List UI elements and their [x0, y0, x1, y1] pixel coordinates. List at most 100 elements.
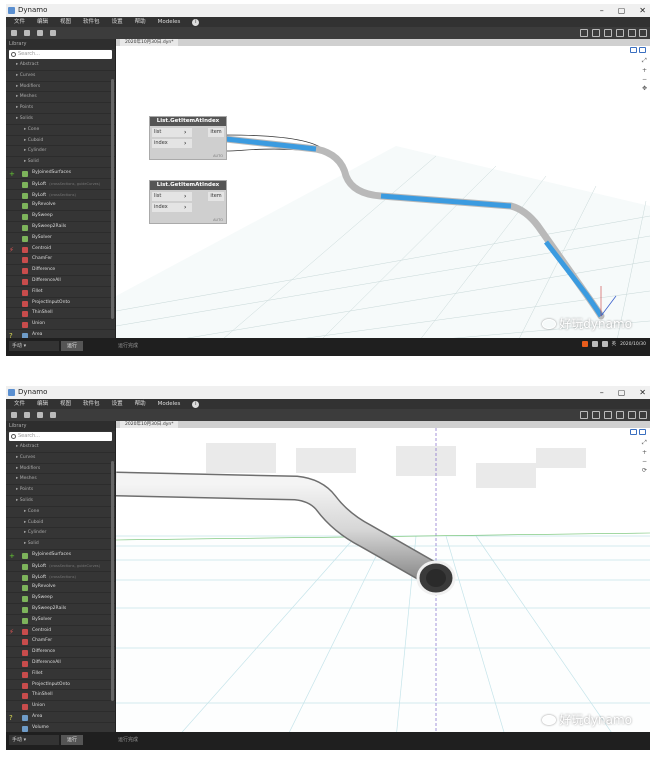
library-scrollbar[interactable]	[111, 79, 114, 319]
library-node-item[interactable]: ByRevolve	[6, 582, 115, 594]
library-subcategory[interactable]: ▸ Solid	[6, 539, 115, 550]
orbit-icon[interactable]: ⟳	[642, 467, 647, 474]
library-node-item[interactable]: ByLoft (crossSections, guideCurves)	[6, 561, 115, 572]
close-button[interactable]: ✕	[639, 386, 646, 399]
new-file-icon[interactable]	[11, 412, 17, 418]
library-category[interactable]: ▸ Abstract	[6, 442, 115, 453]
menu-file[interactable]: 文件	[14, 17, 25, 27]
menu-settings[interactable]: 设置	[112, 399, 123, 409]
preview-icon[interactable]	[604, 411, 612, 419]
library-node-item[interactable]: BySweep	[6, 593, 115, 604]
fit-view-icon[interactable]: ⤢	[642, 439, 647, 447]
menu-view[interactable]: 视图	[60, 399, 71, 409]
library-node-item[interactable]: ChamFer	[6, 254, 115, 266]
screenshot-icon[interactable]	[639, 29, 647, 37]
library-subcategory[interactable]: ▸ Cone	[6, 507, 115, 518]
library-node-item[interactable]: Fillet	[6, 669, 115, 680]
library-node-item[interactable]: + ByJoinedSurfaces	[6, 550, 115, 561]
minimize-button[interactable]: –	[600, 386, 604, 399]
geometry-icon[interactable]	[628, 29, 636, 37]
library-node-item[interactable]: DifferenceAll	[6, 276, 115, 287]
close-button[interactable]: ✕	[639, 4, 646, 17]
fit-view-icon[interactable]: ⤢	[642, 57, 647, 65]
library-category[interactable]: ▸ Points	[6, 103, 115, 114]
library-search-input[interactable]: Search...	[9, 50, 112, 59]
library-category[interactable]: ▸ Curves	[6, 71, 115, 82]
tab-workspace[interactable]: 2020年10月30日.dyn*	[120, 39, 179, 46]
menu-packages[interactable]: 软件包	[83, 399, 100, 409]
menu-file[interactable]: 文件	[14, 399, 25, 409]
library-node-item[interactable]: ByRevolve	[6, 200, 115, 212]
library-node-item[interactable]: ProjectInputOnto	[6, 298, 115, 309]
library-node-item[interactable]: ProjectInputOnto	[6, 680, 115, 691]
zoom-in-icon[interactable]: +	[642, 67, 647, 74]
undo-icon[interactable]	[50, 412, 56, 418]
layout-icon[interactable]	[592, 411, 600, 419]
library-node-item[interactable]: ByLoft (crossSections)	[6, 190, 115, 201]
menu-packages[interactable]: 软件包	[83, 17, 100, 27]
node-list-get-item-at-index-1[interactable]: List.GetItemAtIndex list › index › item …	[149, 116, 227, 160]
library-node-item[interactable]: ? Area	[6, 712, 115, 723]
library-subcategory[interactable]: ▸ Cylinder	[6, 146, 115, 158]
library-category[interactable]: ▸ Meshes	[6, 474, 115, 486]
export-image-icon[interactable]	[580, 411, 588, 419]
library-node-item[interactable]: ByLoft (crossSections)	[6, 572, 115, 583]
menu-help[interactable]: 帮助	[135, 399, 146, 409]
network-icon[interactable]	[591, 341, 598, 347]
library-node-item[interactable]: BySolver	[6, 233, 115, 244]
library-subcategory[interactable]: ▸ Cuboid	[6, 136, 115, 147]
library-node-item[interactable]: Difference	[6, 647, 115, 658]
library-node-item[interactable]: ByLoft (crossSections, guideCurves)	[6, 179, 115, 190]
library-category[interactable]: ▸ Modifiers	[6, 464, 115, 475]
output-port-item[interactable]: item	[208, 192, 224, 201]
open-file-icon[interactable]	[24, 30, 30, 36]
save-icon[interactable]	[37, 412, 43, 418]
library-category[interactable]: ▸ Curves	[6, 453, 115, 464]
library-node-item[interactable]: Fillet	[6, 287, 115, 298]
library-scrollbar[interactable]	[111, 461, 114, 701]
menu-modeles[interactable]: Modeles	[158, 17, 181, 27]
library-subcategory[interactable]: ▸ Cuboid	[6, 518, 115, 529]
volume-icon[interactable]	[601, 341, 608, 347]
maximize-button[interactable]: ▢	[618, 4, 626, 17]
tab-workspace[interactable]: 2020年10月30日.dyn*	[120, 421, 179, 428]
export-image-icon[interactable]	[580, 29, 588, 37]
library-node-item[interactable]: + ByJoinedSurfaces	[6, 168, 115, 179]
zoom-in-icon[interactable]: +	[642, 449, 647, 456]
library-node-item[interactable]: BySweep2Rails	[6, 604, 115, 615]
menu-settings[interactable]: 设置	[112, 17, 123, 27]
library-subcategory[interactable]: ▸ Cylinder	[6, 528, 115, 540]
workspace-canvas[interactable]: 2020年10月30日.dyn* List.GetItemAtIndex lis…	[116, 39, 650, 338]
output-port-item[interactable]: item	[208, 128, 224, 137]
library-subcategory[interactable]: ▸ Cone	[6, 125, 115, 136]
library-node-item[interactable]: Union	[6, 701, 115, 712]
library-node-item[interactable]: ChamFer	[6, 636, 115, 648]
node-list-get-item-at-index-2[interactable]: List.GetItemAtIndex list › index › item …	[149, 180, 227, 224]
library-category[interactable]: ▸ Points	[6, 485, 115, 496]
library-category[interactable]: ▸ Abstract	[6, 60, 115, 71]
library-category[interactable]: ▸ Modifiers	[6, 82, 115, 93]
library-subcategory[interactable]: ▸ Solid	[6, 157, 115, 168]
library-category[interactable]: ▸ Solids	[6, 114, 115, 125]
workspace-canvas-3d[interactable]: 2020年10月30日.dyn* ⤢ + − ⟳ 好玩dynamo	[116, 421, 650, 732]
minimize-button[interactable]: –	[600, 4, 604, 17]
library-search-input[interactable]: Search...	[9, 432, 112, 441]
maximize-button[interactable]: ▢	[618, 386, 626, 399]
pan-icon[interactable]: ✥	[642, 85, 647, 92]
run-button[interactable]: 运行	[61, 735, 83, 745]
run-button[interactable]: 运行	[61, 341, 83, 351]
save-icon[interactable]	[37, 30, 43, 36]
library-node-item[interactable]: DifferenceAll	[6, 658, 115, 669]
library-category[interactable]: ▸ Solids	[6, 496, 115, 507]
preview-icon[interactable]	[604, 29, 612, 37]
library-category[interactable]: ▸ Meshes	[6, 92, 115, 104]
geometry-view-button[interactable]	[639, 429, 646, 435]
geometry-view-button[interactable]	[639, 47, 646, 53]
open-file-icon[interactable]	[24, 412, 30, 418]
zoom-out-icon[interactable]: −	[642, 458, 647, 465]
layout-icon[interactable]	[592, 29, 600, 37]
zoom-out-icon[interactable]: −	[642, 76, 647, 83]
run-mode-select[interactable]: 手动 ▾	[9, 341, 59, 351]
menu-edit[interactable]: 编辑	[37, 17, 48, 27]
menu-modeles[interactable]: Modeles	[158, 399, 181, 409]
